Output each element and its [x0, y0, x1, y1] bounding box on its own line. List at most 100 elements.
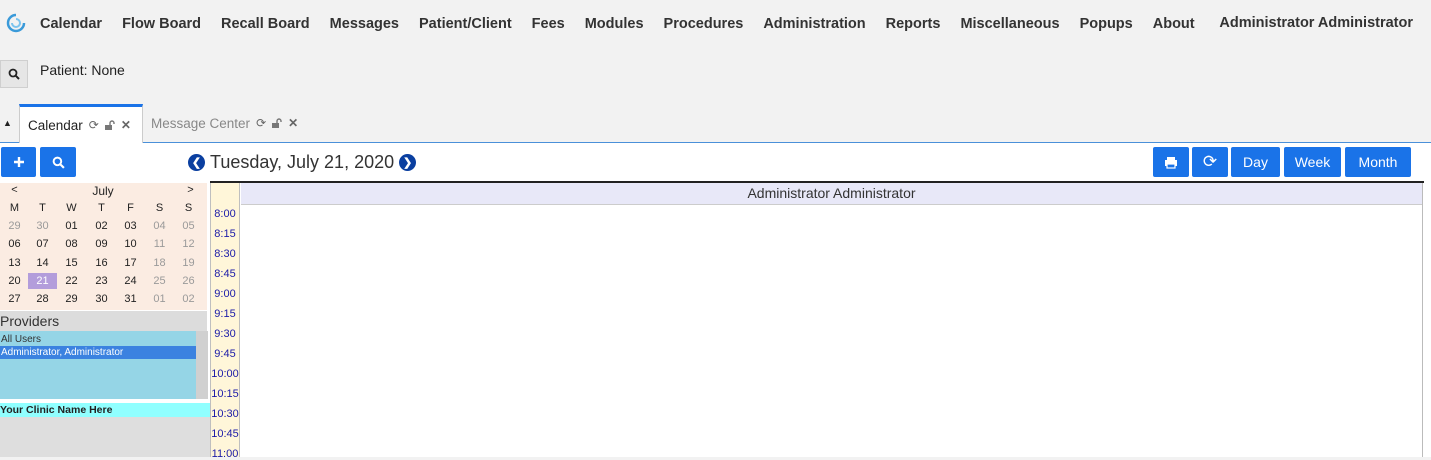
- time-slot[interactable]: 10:30: [211, 408, 239, 420]
- time-slot[interactable]: 8:00: [211, 208, 239, 220]
- time-slot[interactable]: 11:00: [211, 448, 239, 460]
- time-slot[interactable]: 8:15: [211, 228, 239, 240]
- mini-day[interactable]: 13: [0, 255, 29, 271]
- app-logo-icon[interactable]: [6, 13, 26, 33]
- time-column: 8:00 8:15 8:30 8:45 9:00 9:15 9:30 9:45 10:00 10:…: [210, 183, 240, 460]
- refresh-icon[interactable]: ⟳: [89, 118, 99, 132]
- print-button[interactable]: [1153, 147, 1189, 177]
- mini-day[interactable]: 17: [116, 255, 145, 271]
- tab-calendar[interactable]: Calendar ⟳ ✕: [19, 104, 143, 143]
- prev-day-icon[interactable]: ❮: [188, 153, 205, 171]
- menu-recall-board[interactable]: Recall Board: [211, 16, 320, 32]
- mini-day[interactable]: 18: [145, 255, 174, 271]
- main-menu: Calendar Flow Board Recall Board Message…: [30, 0, 1205, 48]
- mini-day[interactable]: 22: [57, 273, 86, 289]
- close-icon[interactable]: ✕: [288, 116, 298, 130]
- mini-day[interactable]: 27: [0, 291, 29, 307]
- mini-day[interactable]: 10: [116, 236, 145, 252]
- providers-title: Providers: [0, 311, 207, 331]
- time-slot[interactable]: 9:15: [211, 308, 239, 320]
- mini-day-selected[interactable]: 21: [28, 273, 57, 289]
- current-date: Tuesday, July 21, 2020: [210, 151, 395, 172]
- mini-day[interactable]: 28: [28, 291, 57, 307]
- mini-prev-month[interactable]: <: [0, 184, 29, 196]
- menu-miscellaneous[interactable]: Miscellaneous: [950, 16, 1069, 32]
- mini-day[interactable]: 03: [116, 218, 145, 234]
- menu-patient-client[interactable]: Patient/Client: [409, 16, 522, 32]
- mini-day[interactable]: 02: [174, 291, 203, 307]
- weekday-header: W: [66, 202, 77, 214]
- mini-day[interactable]: 01: [145, 291, 174, 307]
- mini-day[interactable]: 05: [174, 218, 203, 234]
- mini-day[interactable]: 24: [116, 273, 145, 289]
- date-navigator: ❮ Tuesday, July 21, 2020 ❯: [188, 150, 417, 174]
- mini-day[interactable]: 25: [145, 273, 174, 289]
- menu-reports[interactable]: Reports: [876, 16, 951, 32]
- tab-label: Calendar: [28, 117, 83, 133]
- mini-day[interactable]: 20: [0, 273, 29, 289]
- menu-procedures[interactable]: Procedures: [654, 16, 754, 32]
- mini-day[interactable]: 30: [28, 218, 57, 234]
- mini-day[interactable]: 14: [28, 255, 57, 271]
- refresh-icon[interactable]: ⟳: [256, 116, 266, 130]
- weekday-header: F: [127, 202, 134, 214]
- patient-search-button[interactable]: [0, 60, 28, 88]
- menu-messages[interactable]: Messages: [320, 16, 409, 32]
- time-slot[interactable]: 9:45: [211, 348, 239, 360]
- next-day-icon[interactable]: ❯: [399, 153, 417, 171]
- mini-day[interactable]: 01: [57, 218, 86, 234]
- unlock-icon[interactable]: [104, 119, 115, 131]
- time-slot[interactable]: 9:30: [211, 328, 239, 340]
- mini-day[interactable]: 29: [57, 291, 86, 307]
- mini-day[interactable]: 07: [28, 236, 57, 252]
- menu-calendar[interactable]: Calendar: [30, 16, 112, 32]
- mini-day[interactable]: 26: [174, 273, 203, 289]
- patient-label: Patient: None: [40, 62, 125, 78]
- mini-day[interactable]: 30: [87, 291, 116, 307]
- mini-calendar: < July > M T W T F S S 29 30 01 02 03 04 05 06 07 08 09 10…: [0, 183, 207, 310]
- add-event-button[interactable]: [1, 147, 36, 177]
- mini-day[interactable]: 08: [57, 236, 86, 252]
- mini-day[interactable]: 16: [87, 255, 116, 271]
- mini-day[interactable]: 12: [174, 236, 203, 252]
- mini-day[interactable]: 02: [87, 218, 116, 234]
- time-slot[interactable]: 9:00: [211, 288, 239, 300]
- mini-day[interactable]: 23: [87, 273, 116, 289]
- menu-fees[interactable]: Fees: [522, 16, 575, 32]
- mini-next-month[interactable]: >: [176, 184, 205, 196]
- menu-about[interactable]: About: [1143, 16, 1205, 32]
- unlock-icon[interactable]: [271, 117, 282, 129]
- close-icon[interactable]: ✕: [121, 118, 131, 132]
- mini-day[interactable]: 09: [87, 236, 116, 252]
- mini-day[interactable]: 06: [0, 236, 29, 252]
- mini-day[interactable]: 29: [0, 218, 29, 234]
- providers-list[interactable]: All Users Administrator, Administrator: [0, 331, 208, 399]
- menu-administration[interactable]: Administration: [753, 16, 875, 32]
- month-view-button[interactable]: Month: [1345, 147, 1411, 177]
- time-slot[interactable]: 8:45: [211, 268, 239, 280]
- day-view-button[interactable]: Day: [1231, 147, 1280, 177]
- collapse-caret-icon[interactable]: ▲: [3, 118, 12, 128]
- menu-modules[interactable]: Modules: [575, 16, 654, 32]
- provider-option[interactable]: All Users: [0, 333, 197, 346]
- week-view-button[interactable]: Week: [1284, 147, 1341, 177]
- refresh-button[interactable]: ⟳: [1192, 147, 1228, 177]
- mini-day[interactable]: 15: [57, 255, 86, 271]
- mini-day[interactable]: 31: [116, 291, 145, 307]
- weekday-header: T: [98, 202, 105, 214]
- time-slot[interactable]: 8:30: [211, 248, 239, 260]
- weekday-header: T: [39, 202, 46, 214]
- provider-option-selected[interactable]: Administrator, Administrator: [0, 346, 197, 359]
- providers-scrollbar[interactable]: [196, 331, 208, 399]
- mini-day[interactable]: 11: [145, 236, 174, 252]
- menu-flow-board[interactable]: Flow Board: [112, 16, 211, 32]
- tab-message-center[interactable]: Message Center ⟳ ✕: [143, 104, 308, 142]
- user-menu[interactable]: Administrator Administrator: [1219, 15, 1413, 31]
- time-slot[interactable]: 10:00: [211, 368, 239, 380]
- search-calendar-button[interactable]: [40, 147, 76, 177]
- menu-popups[interactable]: Popups: [1070, 16, 1143, 32]
- time-slot[interactable]: 10:45: [211, 428, 239, 440]
- mini-day[interactable]: 04: [145, 218, 174, 234]
- time-slot[interactable]: 10:15: [211, 388, 239, 400]
- mini-day[interactable]: 19: [174, 255, 203, 271]
